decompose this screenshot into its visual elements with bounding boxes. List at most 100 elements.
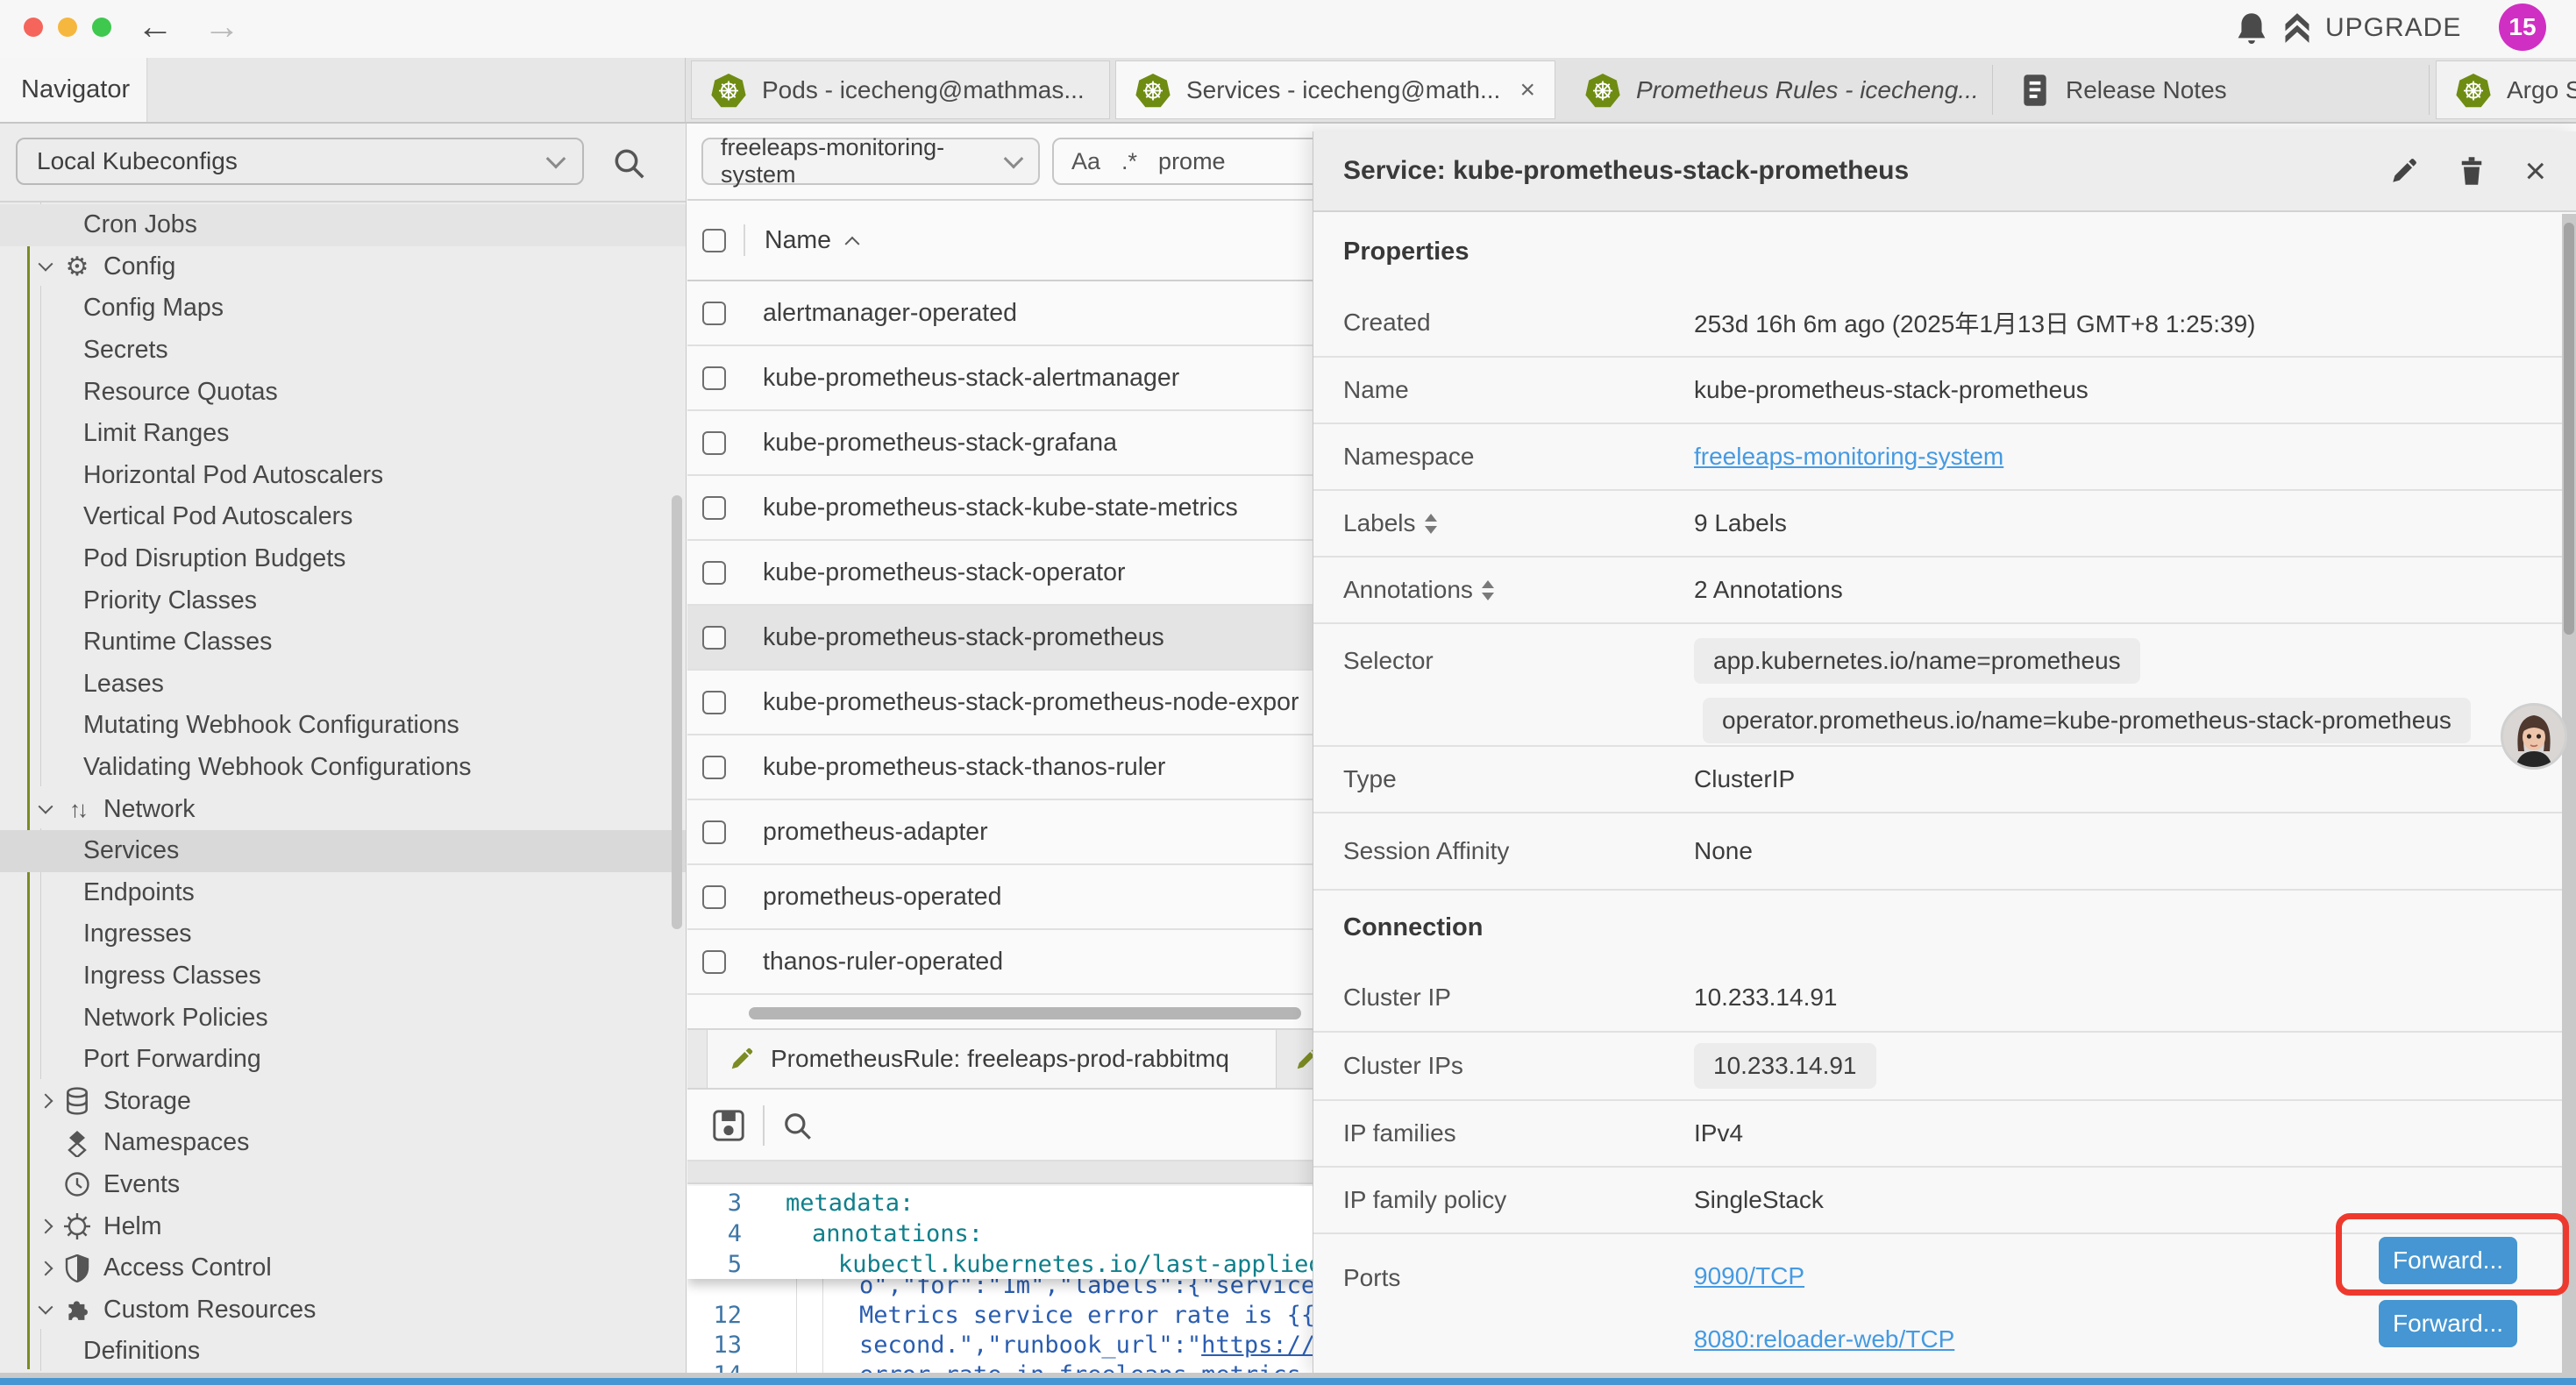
row-checkbox[interactable] (702, 626, 726, 650)
sidebar-item-vertical-pod-autoscalers[interactable]: Vertical Pod Autoscalers (0, 496, 686, 538)
table-row[interactable]: kube-prometheus-stack-alertmanager (687, 346, 1313, 411)
upgrade-button[interactable]: UPGRADE (2283, 12, 2461, 44)
tab-release-notes[interactable]: Release Notes (2001, 60, 2427, 119)
close-panel-icon[interactable]: × (2524, 153, 2546, 189)
sidebar-item-namespaces[interactable]: Namespaces (0, 1122, 686, 1164)
row-checkbox[interactable] (702, 496, 726, 520)
edit-icon[interactable] (2389, 156, 2419, 186)
tab-prometheus-rules[interactable]: Prometheus Rules - icecheng... (1566, 60, 1990, 119)
sidebar-item-cron-jobs[interactable]: Cron Jobs (0, 204, 686, 246)
sidebar-item-helm[interactable]: Helm (0, 1205, 686, 1247)
horizontal-scrollbar-thumb[interactable] (749, 1007, 1301, 1019)
tab-pods[interactable]: Pods - icecheng@mathmas... (691, 60, 1110, 119)
sidebar-item-secrets[interactable]: Secrets (0, 330, 686, 372)
table-header[interactable]: Name (687, 201, 1313, 281)
sidebar-item-custom-resources[interactable]: Custom Resources (0, 1289, 686, 1331)
row-checkbox[interactable] (702, 950, 726, 974)
sidebar-item-ingress-classes[interactable]: Ingress Classes (0, 955, 686, 998)
sidebar-item-network-policies[interactable]: Network Policies (0, 997, 686, 1039)
close-tab-icon[interactable]: × (1519, 75, 1535, 105)
match-case-icon[interactable]: Aa (1071, 148, 1100, 175)
sidebar-item-leases[interactable]: Leases (0, 664, 686, 706)
table-row[interactable]: kube-prometheus-stack-thanos-ruler (687, 735, 1313, 800)
tab-services[interactable]: Services - icecheng@math... × (1115, 60, 1555, 119)
sidebar-item-network[interactable]: ↑↓Network (0, 788, 686, 830)
forward-arrow-icon[interactable]: → (203, 5, 240, 47)
table-row-selected[interactable]: kube-prometheus-stack-prometheus (687, 606, 1313, 671)
editor-tab-prometheusrule[interactable]: PrometheusRule: freeleaps-prod-rabbitmq (707, 1030, 1277, 1088)
row-checkbox[interactable] (702, 820, 726, 844)
select-all-checkbox[interactable] (702, 229, 726, 252)
back-arrow-icon[interactable]: ← (137, 5, 174, 47)
table-row[interactable]: thanos-ruler-operated (687, 930, 1313, 995)
delete-icon[interactable] (2458, 155, 2486, 187)
sidebar-item-validating-webhook-configurations[interactable]: Validating Webhook Configurations (0, 747, 686, 789)
notification-badge[interactable]: 15 (2499, 4, 2546, 51)
yaml-editor[interactable]: o","for":"1m","labels":{"service":" 12 M… (687, 1186, 1313, 1373)
editor-search-icon[interactable] (782, 1111, 814, 1142)
sidebar-item-port-forwarding[interactable]: Port Forwarding (0, 1039, 686, 1081)
sidebar-item-storage[interactable]: Storage (0, 1080, 686, 1122)
navigator-panel-tab[interactable]: Navigator (0, 58, 147, 122)
row-checkbox[interactable] (702, 561, 726, 585)
forward-button-8080[interactable]: Forward... (2379, 1300, 2517, 1347)
sidebar-item-endpoints[interactable]: Endpoints (0, 872, 686, 914)
kubeconfig-selector[interactable]: Local Kubeconfigs (16, 138, 584, 185)
cluster-ips-chip[interactable]: 10.233.14.91 (1694, 1043, 1876, 1089)
tab-argo[interactable]: Argo Se (2436, 60, 2576, 119)
row-checkbox[interactable] (702, 691, 726, 714)
regex-icon[interactable]: .* (1121, 148, 1137, 175)
namespace-link[interactable]: freeleaps-monitoring-system (1694, 443, 2003, 471)
namespace-selector[interactable]: freeleaps-monitoring-system (701, 138, 1040, 185)
sidebar-search-icon[interactable] (612, 146, 647, 181)
sidebar-item-pod-disruption-budgets[interactable]: Pod Disruption Budgets (0, 538, 686, 580)
type-label: Type (1343, 765, 1694, 793)
table-row[interactable]: kube-prometheus-stack-grafana (687, 411, 1313, 476)
sidebar-item-definitions[interactable]: Definitions (0, 1331, 686, 1373)
sidebar-scrollbar-thumb[interactable] (672, 495, 682, 929)
sidebar-item-events[interactable]: Events (0, 1164, 686, 1206)
sidebar-item-mutating-webhook-configurations[interactable]: Mutating Webhook Configurations (0, 705, 686, 747)
row-checkbox[interactable] (702, 431, 726, 455)
search-input[interactable]: Aa .* prome (1052, 138, 1313, 185)
window-close-button[interactable] (24, 18, 43, 37)
table-row[interactable]: kube-prometheus-stack-operator (687, 541, 1313, 606)
row-checkbox[interactable] (702, 885, 726, 909)
sort-ascending-icon[interactable] (845, 237, 860, 252)
selector-chip[interactable]: operator.prometheus.io/name=kube-prometh… (1703, 698, 2471, 743)
row-checkbox[interactable] (702, 302, 726, 325)
name-column-header[interactable]: Name (765, 226, 831, 255)
save-icon[interactable] (712, 1109, 745, 1142)
row-checkbox[interactable] (702, 756, 726, 779)
editor-tab-next-partial[interactable] (1294, 1046, 1313, 1072)
port-link-9090[interactable]: 9090/TCP (1694, 1262, 1804, 1290)
sidebar-item-horizontal-pod-autoscalers[interactable]: Horizontal Pod Autoscalers (0, 455, 686, 497)
sidebar-item-resource-quotas[interactable]: Resource Quotas (0, 371, 686, 413)
sidebar-item-config[interactable]: ⚙Config (0, 246, 686, 288)
details-scrollbar-thumb[interactable] (2564, 223, 2574, 635)
sidebar-item-services[interactable]: Services (0, 830, 686, 872)
table-row[interactable]: kube-prometheus-stack-kube-state-metrics (687, 476, 1313, 541)
port-link-8080[interactable]: 8080:reloader-web/TCP (1694, 1325, 1954, 1353)
window-maximize-button[interactable] (92, 18, 111, 37)
selector-chip[interactable]: app.kubernetes.io/name=prometheus (1694, 638, 2140, 684)
ports-label: Ports (1343, 1245, 1694, 1292)
table-row[interactable]: kube-prometheus-stack-prometheus-node-ex… (687, 671, 1313, 735)
sidebar-item-access-control[interactable]: Access Control (0, 1247, 686, 1289)
sidebar-item-limit-ranges[interactable]: Limit Ranges (0, 413, 686, 455)
user-avatar[interactable] (2501, 703, 2567, 770)
row-checkbox[interactable] (702, 366, 726, 390)
table-row[interactable]: prometheus-adapter (687, 800, 1313, 865)
runbook-url-link[interactable]: https://net (1201, 1332, 1313, 1359)
details-scrollbar-track[interactable] (2562, 214, 2576, 1373)
table-row[interactable]: alertmanager-operated (687, 281, 1313, 346)
window-minimize-button[interactable] (58, 18, 77, 37)
expand-labels-icon[interactable] (1425, 514, 1437, 534)
sidebar-item-priority-classes[interactable]: Priority Classes (0, 579, 686, 621)
sidebar-item-ingresses[interactable]: Ingresses (0, 913, 686, 955)
sidebar-item-runtime-classes[interactable]: Runtime Classes (0, 621, 686, 664)
sidebar-item-config-maps[interactable]: Config Maps (0, 288, 686, 330)
table-row[interactable]: prometheus-operated (687, 865, 1313, 930)
bell-icon[interactable] (2234, 11, 2269, 49)
expand-annotations-icon[interactable] (1482, 580, 1494, 600)
